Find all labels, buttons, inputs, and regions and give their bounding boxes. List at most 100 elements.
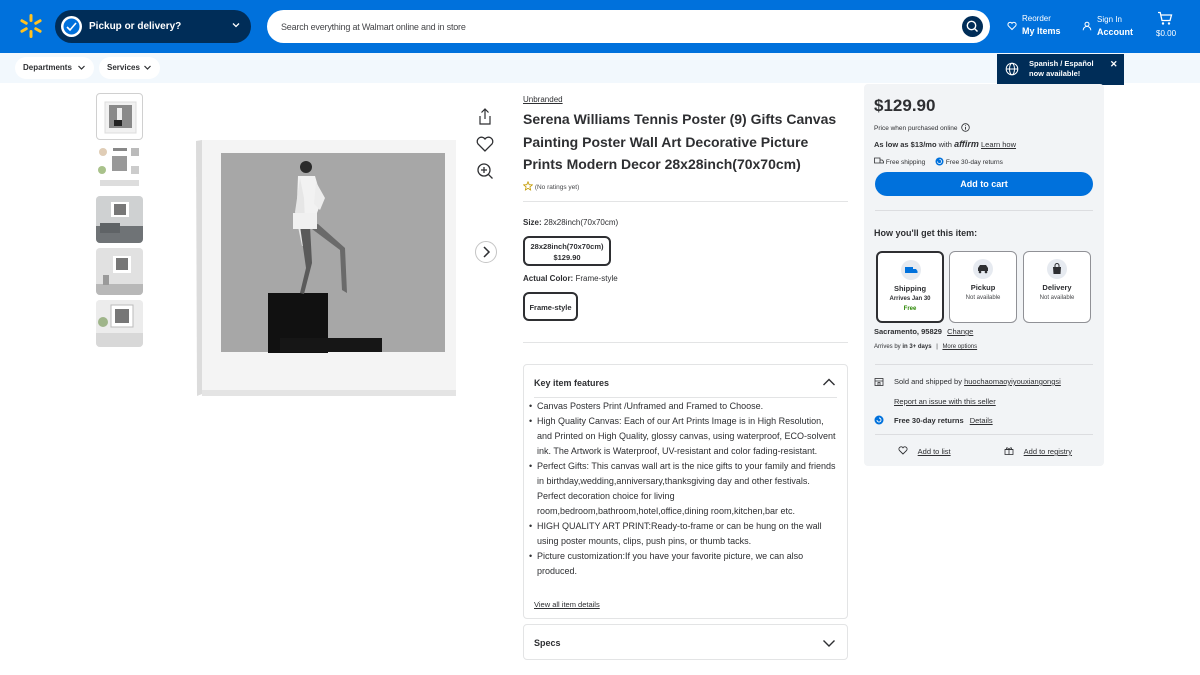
specs-title: Specs [534,638,561,648]
seller-link[interactable]: huochaomaoyiyouxiangongsi [964,377,1061,386]
sign-in-label: Sign In [1097,15,1122,24]
divider [875,364,1093,365]
free-returns: Free 30-day returns [945,159,1003,166]
brand-link[interactable]: Unbranded [523,95,563,104]
product-main-image[interactable] [194,138,458,398]
search-button[interactable] [962,16,983,37]
color-option-selected[interactable]: Frame-style [523,292,578,321]
price: $129.90 [874,96,936,115]
thumbnail-5[interactable] [96,300,143,347]
fulfillment-option-shipping[interactable]: Shipping Arrives Jan 30 Free [876,251,944,323]
sign-in-account-link[interactable]: Sign In Account [1082,14,1133,38]
size-option-selected[interactable]: 28x28inch(70x70cm) $129.90 [523,236,611,266]
learn-how-link[interactable]: Learn how [981,140,1016,149]
divider [875,210,1093,211]
sold-by-prefix: Sold and shipped by [894,377,962,386]
size-option-price: $129.90 [553,253,581,262]
affirm-row: As low as $13/mo with affirm Learn how [874,139,1016,149]
chevron-down-icon [232,23,240,28]
zoom-in-icon[interactable] [474,160,496,182]
pickup-illustration-icon [61,16,82,37]
divider [875,434,1093,435]
heart-icon [898,446,908,455]
thumbnail-3[interactable] [96,196,143,243]
affirm-prefix: As low as $13/mo [874,140,937,149]
price-note-row: Price when purchased online [874,123,970,132]
cart-icon[interactable] [1157,11,1173,26]
affirm-with: with [938,140,952,149]
departments-button[interactable]: Departments [15,57,94,79]
free-shipping: Free shipping [885,159,926,166]
returns-details-link[interactable]: Details [970,416,993,425]
reorder-label: Reorder [1022,14,1051,23]
language-toast: Spanish / Español now available! ✕ [997,54,1124,85]
toast-line-2: now available! [1029,69,1081,78]
feature-item: HIGH QUALITY ART PRINT:Ready-to-frame or… [529,519,839,549]
thumbnail-2[interactable] [96,144,143,191]
add-to-list-button[interactable]: Add to list [898,446,951,456]
reorder-my-items-link[interactable]: Reorder My Items [1007,13,1061,37]
thumbnail-image [96,300,143,347]
star-icon [522,180,534,191]
chevron-right-icon [483,246,491,258]
add-to-cart-button[interactable]: Add to cart [875,172,1093,196]
account-label: Account [1097,27,1133,37]
size-value: 28x28inch(70x70cm) [543,218,619,227]
top-header: Pickup or delivery? Reorder My Items Sig… [0,0,1200,53]
location: Sacramento, 95829 [874,327,942,336]
services-button[interactable]: Services [99,57,160,79]
delivery-bag-icon [1047,259,1067,279]
price-note: Price when purchased online [874,125,958,132]
size-label-row: Size: 28x28inch(70x70cm) [523,218,618,227]
toast-line-1: Spanish / Español [1029,59,1094,68]
key-features-title: Key item features [534,378,610,388]
feature-item: Perfect Gifts: This canvas wall art is t… [529,459,839,519]
pickup-or-delivery-button[interactable]: Pickup or delivery? [55,10,251,43]
chevron-down-icon [144,65,151,70]
view-all-item-details-link[interactable]: View all item details [534,600,600,609]
search-input[interactable] [281,18,941,35]
thumbnail-image [98,148,139,186]
add-to-registry-button[interactable]: Add to registry [1004,446,1072,456]
change-location-link[interactable]: Change [947,327,973,336]
close-icon[interactable]: ✕ [1110,59,1118,69]
shipping-arrival: Arrives Jan 30 [889,296,931,302]
color-label: Actual Color: [523,274,574,283]
favorite-heart-icon[interactable] [474,133,496,155]
share-icon[interactable] [474,106,496,128]
report-seller-link[interactable]: Report an issue with this seller [894,397,996,406]
delivery-status: Not available [1039,295,1075,301]
cart-total: $0.00 [1156,29,1177,38]
chevron-up-icon[interactable] [822,376,836,388]
walmart-spark-logo[interactable] [18,13,44,39]
shipping-price: Free [903,306,917,312]
heart-icon [1007,21,1017,31]
more-options-link[interactable]: More options [942,344,977,350]
add-to-registry-label: Add to registry [1023,447,1073,456]
arrives-days: in 3+ days [902,344,932,350]
info-icon[interactable] [961,123,970,132]
returns-row: Free 30-day returns Details [894,416,993,425]
shipping-truck-icon [901,260,921,280]
pickup-status: Not available [965,295,1001,301]
thumbnail-4[interactable] [96,248,143,295]
add-to-list-label: Add to list [917,447,951,456]
ratings-summary[interactable]: (No ratings yet) [522,180,579,191]
thumbnail-image [96,196,143,243]
specs-panel[interactable]: Specs [523,624,848,660]
thumbnail-image [104,101,137,134]
thumbnail-image [96,248,143,295]
fulfillment-option-delivery[interactable]: Delivery Not available [1023,251,1091,323]
returns-icon [935,157,944,166]
feature-item: Canvas Posters Print /Unframed and Frame… [529,399,839,414]
user-icon [1082,21,1092,31]
size-label: Size: [523,218,542,227]
thumbnail-1[interactable] [96,93,143,140]
arrival-row: Arrives by in 3+ days | More options [874,344,977,350]
fulfillment-option-pickup[interactable]: Pickup Not available [949,251,1017,323]
color-option-label: Frame-style [529,303,572,312]
key-features-list: Canvas Posters Print /Unframed and Frame… [529,399,839,579]
pickup-car-icon [973,259,993,279]
departments-label: Departments [23,63,72,72]
next-image-button[interactable] [475,241,497,263]
